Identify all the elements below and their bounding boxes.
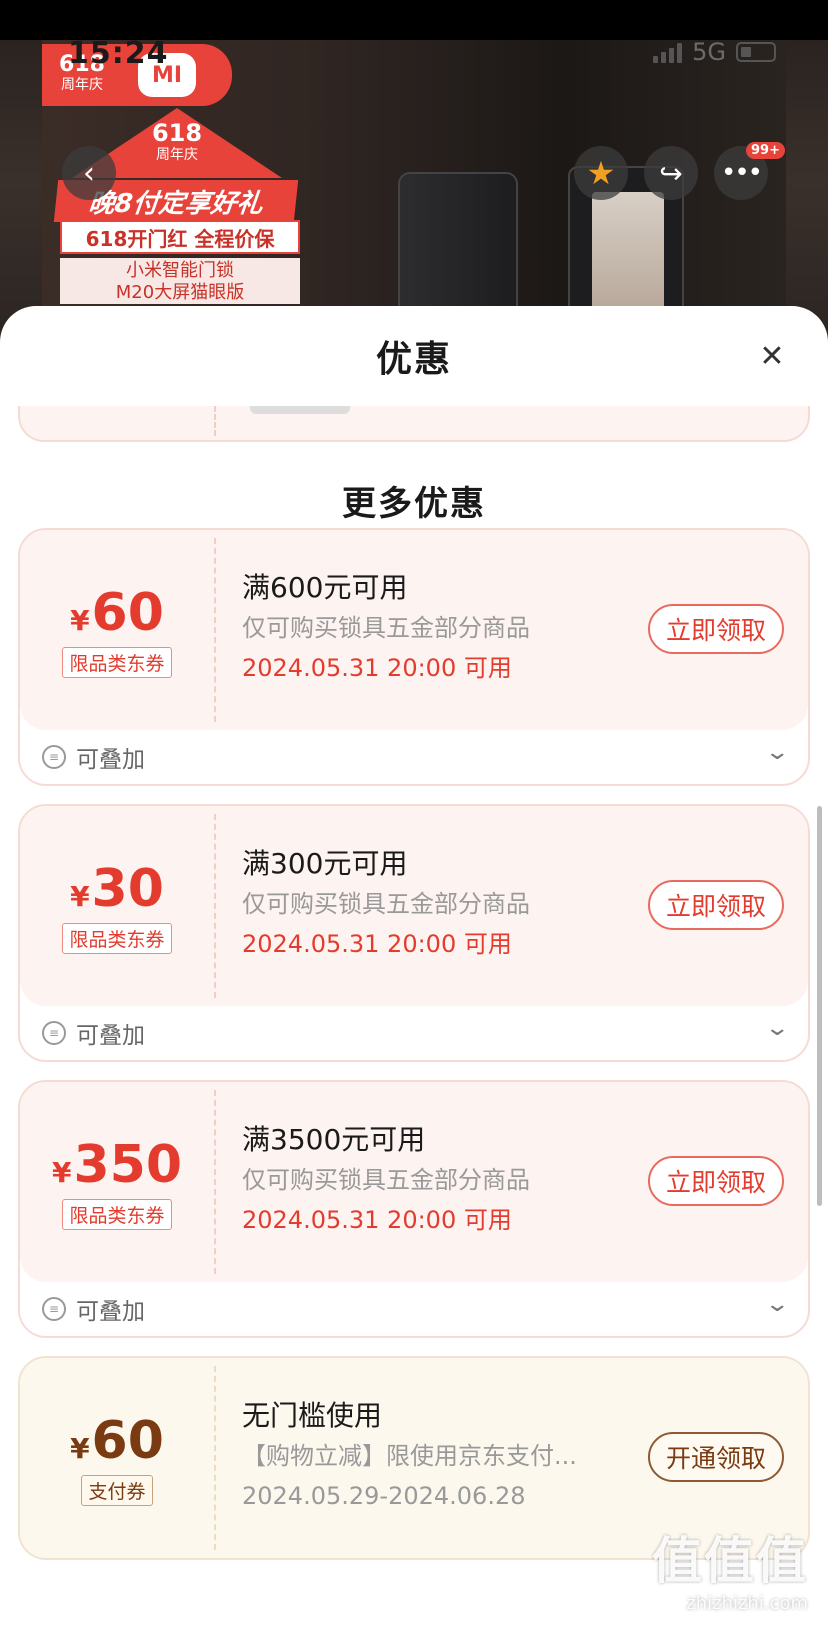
coupon-type-tag: 限品类东券 <box>62 1198 172 1230</box>
lock-screen-display <box>592 192 664 310</box>
watermark-url: zhizhizhi.com <box>686 1593 808 1614</box>
status-bar-indicators: 5G <box>653 38 776 66</box>
currency-symbol: ¥ <box>70 1431 90 1465</box>
stackable-label: 可叠加 <box>76 1299 145 1325</box>
claim-button[interactable]: 立即领取 <box>647 1156 784 1206</box>
battery-icon <box>736 42 776 62</box>
badge-618-sub: 周年庆 <box>61 77 103 93</box>
coupon-condition: 满3500元可用 <box>242 1123 426 1156</box>
coupon-amount: 30 <box>91 858 164 919</box>
coupon-footer[interactable]: ≡ 可叠加 ⌄ <box>20 730 808 784</box>
currency-symbol: ¥ <box>51 1155 72 1189</box>
coupon-date: 2024.05.31 20:00 可用 <box>242 654 512 682</box>
claim-button[interactable]: 立即领取 <box>647 880 784 930</box>
promo-product-name: 小米智能门锁 <box>126 260 234 281</box>
coupon-description: 仅可购买锁具五金部分商品 <box>242 890 530 918</box>
close-icon[interactable]: ✕ <box>752 336 792 376</box>
discount-sheet: 优惠 ✕ 更多优惠 ¥60 限品类东券 满600元可用 仅可购买锁具五金部分商品… <box>0 306 828 1626</box>
promo-line-2: 618开门红 全程价保 <box>60 220 300 254</box>
coupon-card: ¥60 限品类东券 满600元可用 仅可购买锁具五金部分商品 2024.05.3… <box>18 528 810 786</box>
stack-icon: ≡ <box>42 745 66 769</box>
chevron-down-icon[interactable]: ⌄ <box>764 1016 790 1041</box>
coupon-footer[interactable]: ≡ 可叠加 ⌄ <box>20 1006 808 1060</box>
coupon-type-tag: 支付券 <box>81 1474 153 1506</box>
coupon-date: 2024.05.29-2024.06.28 <box>242 1482 526 1510</box>
previous-coupon-card-partial <box>18 406 810 442</box>
coupon-description: 仅可购买锁具五金部分商品 <box>242 1166 530 1194</box>
currency-symbol: ¥ <box>70 603 90 637</box>
coupon-amount-block: ¥350 限品类东券 <box>20 1082 214 1282</box>
site-watermark: 值值值 zhizhizhi.com <box>652 1521 808 1614</box>
claim-button[interactable]: 立即领取 <box>647 604 784 654</box>
promo-line-3: 小米智能门锁 M20大屏猫眼版 <box>60 258 300 304</box>
status-time: 15:24 <box>68 36 169 71</box>
coupon-date: 2024.05.31 20:00 可用 <box>242 1206 512 1234</box>
stackable-label: 可叠加 <box>76 747 145 773</box>
star-icon[interactable]: ★ <box>574 146 628 200</box>
coupon-amount: 60 <box>91 582 164 643</box>
coupon-amount-block: ¥30 限品类东券 <box>20 806 214 1006</box>
activate-claim-button[interactable]: 开通领取 <box>647 1432 784 1482</box>
house-618-text: 618 <box>151 119 203 147</box>
coupon-condition: 满600元可用 <box>242 571 408 604</box>
coupon-type-tag: 限品类东券 <box>62 646 172 678</box>
coupon-amount: 350 <box>73 1134 183 1195</box>
sheet-header: 优惠 ✕ <box>0 306 828 406</box>
chevron-left-icon[interactable]: ‹ <box>62 146 116 200</box>
coupon-condition: 无门槛使用 <box>242 1399 383 1432</box>
stack-icon: ≡ <box>42 1021 66 1045</box>
coupon-card: ¥350 限品类东券 满3500元可用 仅可购买锁具五金部分商品 2024.05… <box>18 1080 810 1338</box>
signal-icon <box>653 41 683 63</box>
network-type: 5G <box>692 38 726 66</box>
coupon-condition: 满300元可用 <box>242 847 408 880</box>
coupon-card: ¥30 限品类东券 满300元可用 仅可购买锁具五金部分商品 2024.05.3… <box>18 804 810 1062</box>
chevron-down-icon[interactable]: ⌄ <box>764 1292 790 1317</box>
coupon-amount: 60 <box>91 1410 164 1471</box>
coupon-description: 【购物立减】限使用京东支付... <box>242 1442 577 1470</box>
coupon-date: 2024.05.31 20:00 可用 <box>242 930 512 958</box>
more-count-badge: 99+ <box>746 142 785 159</box>
watermark-logo: 值值值 <box>652 1532 808 1590</box>
coupon-footer[interactable]: ≡ 可叠加 ⌄ <box>20 1282 808 1336</box>
stackable-label: 可叠加 <box>76 1023 145 1049</box>
stack-icon: ≡ <box>42 1297 66 1321</box>
coupon-amount-block: ¥60 限品类东券 <box>20 530 214 730</box>
coupon-amount-block: ¥60 支付券 <box>20 1358 214 1558</box>
coupon-type-tag: 限品类东券 <box>62 922 172 954</box>
sheet-title: 优惠 <box>375 339 452 380</box>
promo-product-model: M20大屏猫眼版 <box>115 282 245 303</box>
share-icon[interactable]: ↪ <box>644 146 698 200</box>
promo-house-graphic: 618 周年庆 晚8付定享好礼 618开门红 全程价保 小米智能门锁 M20大屏猫眼… <box>52 108 302 304</box>
chevron-down-icon[interactable]: ⌄ <box>764 740 790 765</box>
currency-symbol: ¥ <box>70 879 90 913</box>
scrollbar[interactable] <box>817 806 822 1206</box>
coupon-description: 仅可购买锁具五金部分商品 <box>242 614 530 642</box>
section-title-more-offers: 更多优惠 <box>342 484 486 524</box>
